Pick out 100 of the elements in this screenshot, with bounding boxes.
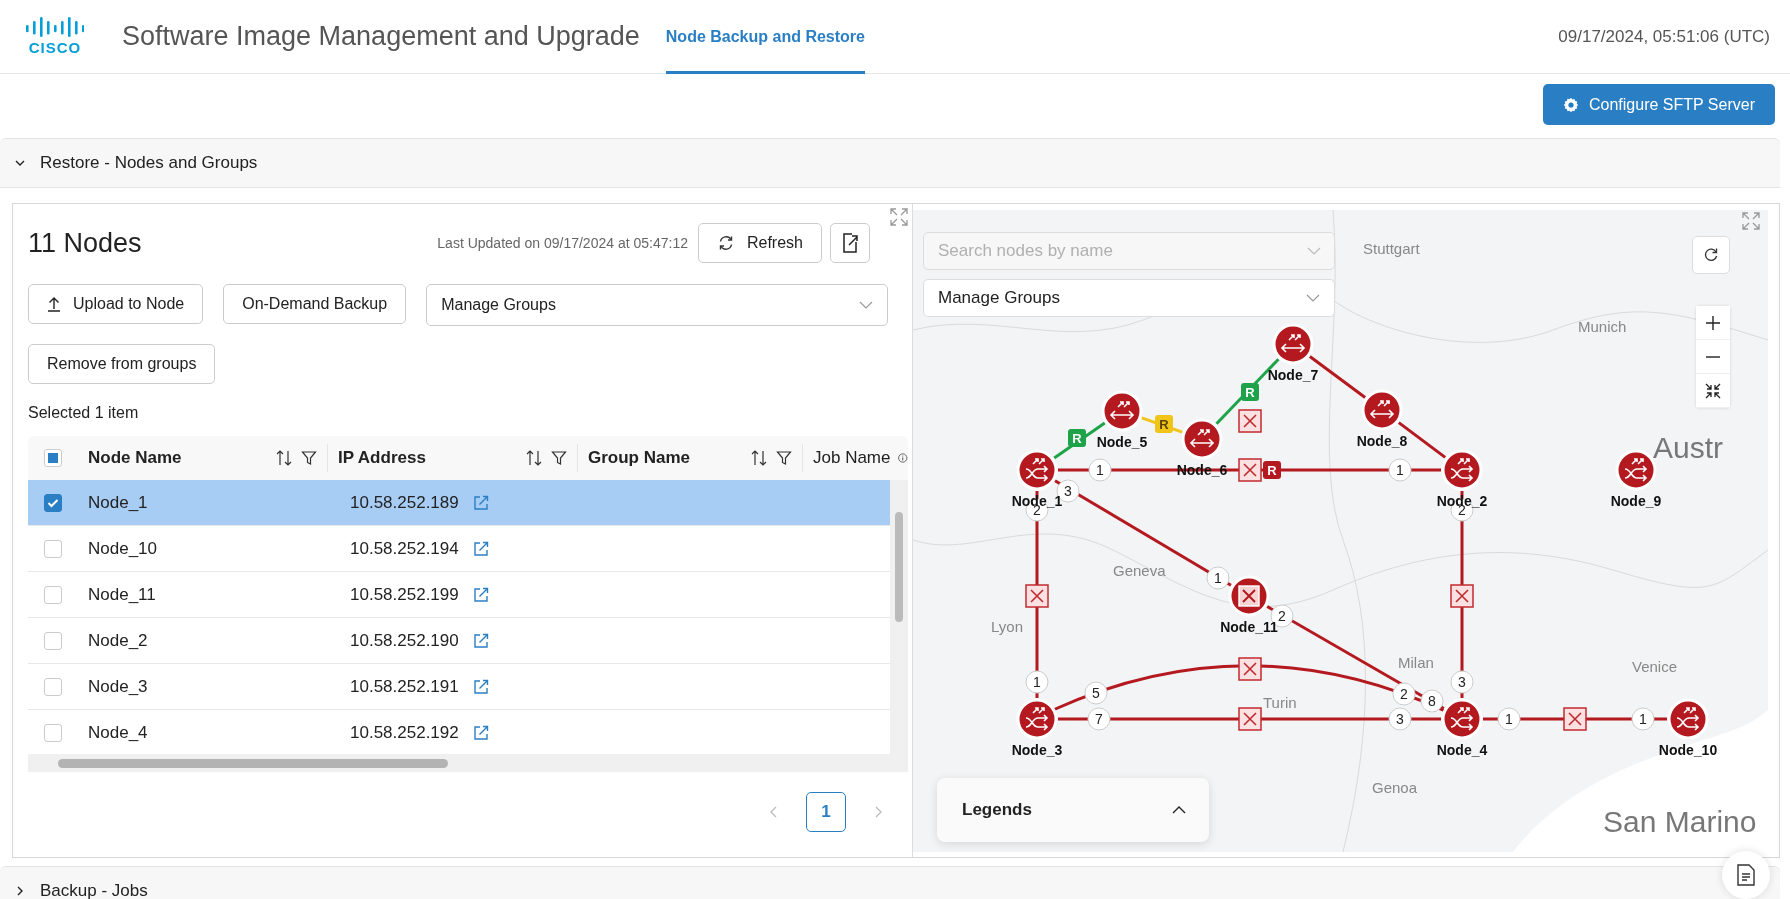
- node-label: Node_10: [1658, 742, 1718, 758]
- external-link-icon[interactable]: [472, 494, 489, 511]
- link-tag-badge: R: [1155, 415, 1173, 433]
- external-link-icon[interactable]: [472, 632, 489, 649]
- section-header[interactable]: Restore - Nodes and Groups: [0, 138, 1780, 188]
- switch-node-icon[interactable]: [1016, 449, 1058, 491]
- link-tag-badge: R: [1263, 461, 1281, 479]
- table-row[interactable]: Node_1 10.58.252.189: [28, 480, 890, 526]
- failed-node-icon[interactable]: [1228, 575, 1270, 617]
- indeterminate-icon: [48, 453, 58, 463]
- refresh-button[interactable]: Refresh: [697, 223, 822, 263]
- legends-title: Legends: [962, 800, 1032, 820]
- column-header: Group Name: [588, 448, 691, 468]
- filter-icon[interactable]: [776, 450, 792, 466]
- select-all-checkbox[interactable]: [44, 449, 62, 467]
- table-row[interactable]: Node_10 10.58.252.194: [28, 526, 890, 572]
- logo-wordmark: CISCO: [28, 39, 82, 56]
- collapse-icon: [1705, 382, 1721, 399]
- place-label: Stuttgart: [1363, 240, 1420, 257]
- sort-icon[interactable]: [750, 449, 768, 467]
- fit-view-button[interactable]: [1696, 374, 1730, 408]
- upload-icon: [47, 296, 61, 312]
- row-checkbox[interactable]: [44, 585, 62, 604]
- place-label: Geneva: [1113, 562, 1166, 579]
- table-cell: Node_4: [88, 722, 148, 743]
- place-label: Milan: [1398, 654, 1434, 671]
- port-badge: 1: [1025, 670, 1049, 694]
- chevron-down-icon: [1306, 293, 1320, 303]
- document-icon: [1736, 864, 1756, 886]
- map-refresh-button[interactable]: [1692, 236, 1730, 274]
- page-button[interactable]: 1: [806, 792, 846, 832]
- router-node-icon[interactable]: [1272, 323, 1314, 365]
- place-label: Austr: [1653, 431, 1724, 464]
- table-row[interactable]: Node_3 10.58.252.191: [28, 664, 890, 710]
- expand-icon[interactable]: [890, 208, 908, 226]
- nav-tab[interactable]: Node Backup and Restore: [665, 0, 865, 74]
- external-link-icon[interactable]: [472, 724, 489, 741]
- switch-node-icon[interactable]: [1441, 449, 1483, 491]
- vertical-scrollbar[interactable]: [890, 480, 908, 754]
- router-node-icon[interactable]: [1361, 389, 1403, 431]
- switch-node-icon[interactable]: [1667, 698, 1709, 740]
- external-link-icon[interactable]: [472, 678, 489, 695]
- row-checkbox[interactable]: [44, 677, 62, 696]
- row-checkbox[interactable]: [44, 493, 62, 512]
- map-groups-dropdown[interactable]: Manage Groups: [923, 279, 1335, 317]
- filter-icon[interactable]: [551, 450, 567, 466]
- place-label: Turin: [1263, 694, 1297, 711]
- switch-node-icon[interactable]: [1441, 698, 1483, 740]
- row-checkbox[interactable]: [44, 539, 62, 558]
- table-cell: 10.58.252.189: [350, 492, 459, 513]
- node-label: Node_7: [1267, 367, 1319, 383]
- port-badge: 3: [1450, 670, 1474, 694]
- section-header[interactable]: Backup - Jobs: [0, 866, 1780, 899]
- table-row[interactable]: Node_2 10.58.252.190: [28, 618, 890, 664]
- port-badge: 3: [1388, 707, 1412, 731]
- port-badge: 8: [1420, 689, 1444, 713]
- sort-icon[interactable]: [525, 449, 543, 467]
- table-cell: Node_2: [88, 630, 148, 651]
- row-checkbox[interactable]: [44, 723, 62, 742]
- router-node-icon[interactable]: [1101, 390, 1143, 432]
- zoom-out-button[interactable]: [1696, 340, 1730, 374]
- horizontal-scrollbar[interactable]: [28, 754, 908, 772]
- map-view[interactable]: [913, 210, 1768, 852]
- legends-panel[interactable]: Legends: [937, 778, 1209, 842]
- logo-bars-icon: [26, 17, 84, 37]
- sort-icon[interactable]: [275, 449, 293, 467]
- section-title: Backup - Jobs: [40, 881, 148, 899]
- node-label: Node_9: [1610, 493, 1662, 509]
- upload-button[interactable]: Upload to Node: [28, 284, 204, 324]
- chevron-down-icon: [1307, 246, 1321, 256]
- configure-sftp-button[interactable]: Configure SFTP Server: [1543, 84, 1775, 125]
- node-label: Node_5: [1096, 434, 1148, 450]
- manage-groups-dropdown[interactable]: Manage Groups: [426, 284, 888, 326]
- chevron-icon: [1171, 805, 1187, 815]
- expand-icon[interactable]: [1742, 212, 1760, 230]
- router-node-icon[interactable]: [1181, 418, 1223, 460]
- table-row[interactable]: Node_11 10.58.252.199: [28, 572, 890, 618]
- export-button[interactable]: [830, 223, 870, 263]
- export-icon: [841, 233, 859, 253]
- zoom-in-button[interactable]: [1696, 306, 1730, 340]
- section-title: Restore - Nodes and Groups: [40, 153, 258, 173]
- port-badge: 7: [1087, 707, 1111, 731]
- place-label: San Marino: [1603, 805, 1757, 838]
- external-link-icon[interactable]: [472, 586, 489, 603]
- place-label: Munich: [1578, 318, 1627, 335]
- row-checkbox[interactable]: [44, 631, 62, 650]
- info-icon[interactable]: [898, 450, 908, 466]
- node-label: Node_4: [1436, 742, 1488, 758]
- table-cell: 10.58.252.192: [350, 722, 459, 743]
- table-cell: Node_10: [88, 538, 157, 559]
- filter-icon[interactable]: [301, 450, 317, 466]
- backup-button[interactable]: On-Demand Backup: [223, 284, 407, 324]
- app-title: Software Image Management and Upgrade: [122, 21, 640, 52]
- port-badge: 2: [1392, 682, 1416, 706]
- column-header: Job Name: [813, 448, 891, 468]
- external-link-icon[interactable]: [472, 540, 489, 557]
- chevron-down-icon: [859, 300, 873, 310]
- switch-node-icon[interactable]: [1016, 698, 1058, 740]
- remove-from-groups-button[interactable]: Remove from groups: [28, 344, 216, 384]
- link-tag-badge: R: [1068, 429, 1086, 447]
